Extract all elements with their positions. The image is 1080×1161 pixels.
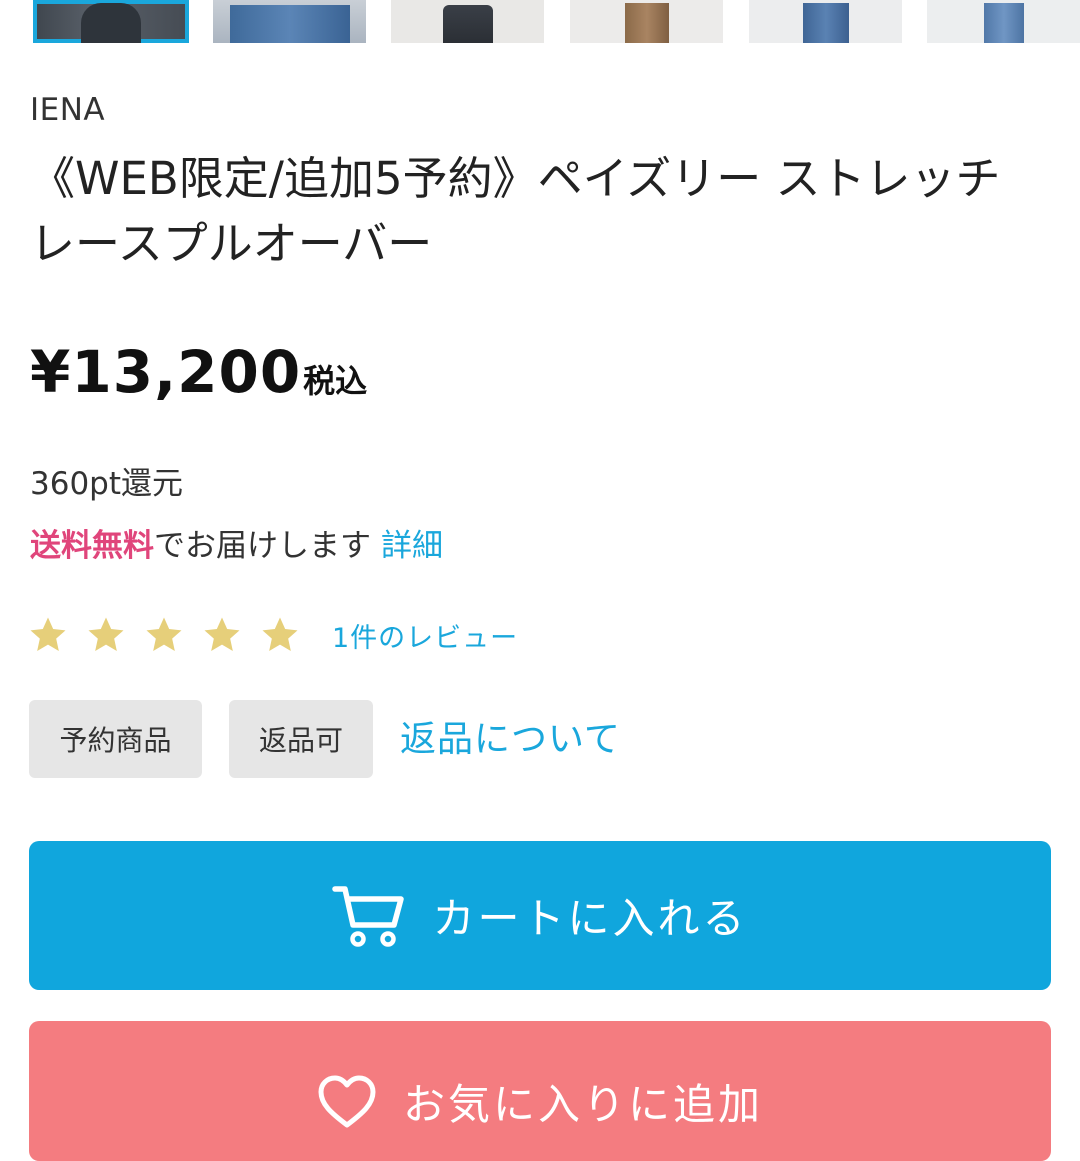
tag-preorder: 予約商品 (29, 700, 202, 778)
thumbnail-6[interactable] (927, 0, 1080, 43)
shipping-info: 送料無料でお届けします 詳細 (30, 520, 443, 565)
add-to-cart-button[interactable]: カートに入れる (29, 841, 1051, 990)
add-to-cart-label: カートに入れる (432, 894, 748, 943)
thumbnail-2[interactable] (213, 0, 366, 43)
heart-icon (318, 1075, 376, 1127)
shipping-detail-link[interactable]: 詳細 (381, 528, 443, 564)
price-amount: ¥13,200 (30, 338, 302, 406)
thumbnail-3[interactable] (391, 0, 544, 43)
add-to-favorites-button[interactable]: お気に入りに追加 (29, 1021, 1051, 1161)
cart-icon (332, 885, 405, 947)
tax-label: 税込 (303, 362, 368, 400)
rating: 1件のレビュー (28, 610, 518, 660)
price: ¥13,200税込 (30, 338, 367, 406)
star-icon (262, 617, 298, 651)
thumbnail-4[interactable] (570, 0, 723, 43)
points-reward: 360pt還元 (30, 466, 184, 502)
reviews-link[interactable]: 1件のレビュー (332, 616, 518, 655)
thumbnail-strip (0, 0, 1080, 48)
thumbnail-5[interactable] (749, 0, 902, 43)
tag-returnable: 返品可 (229, 700, 373, 778)
star-icon (88, 617, 124, 651)
free-shipping-label: 送料無料 (30, 528, 154, 564)
product-title: 《WEB限定/追加5予約》ペイズリー ストレッチレースプルオーバー (30, 152, 1001, 270)
shipping-text: でお届けします (154, 528, 371, 564)
star-icon (30, 617, 66, 651)
add-to-favorites-label: お気に入りに追加 (402, 1080, 763, 1129)
star-icon (204, 617, 240, 651)
return-policy-link[interactable]: 返品について (400, 710, 621, 762)
thumbnail-1[interactable] (33, 0, 189, 43)
star-icon (146, 617, 182, 651)
brand-name[interactable]: IENA (30, 92, 105, 128)
